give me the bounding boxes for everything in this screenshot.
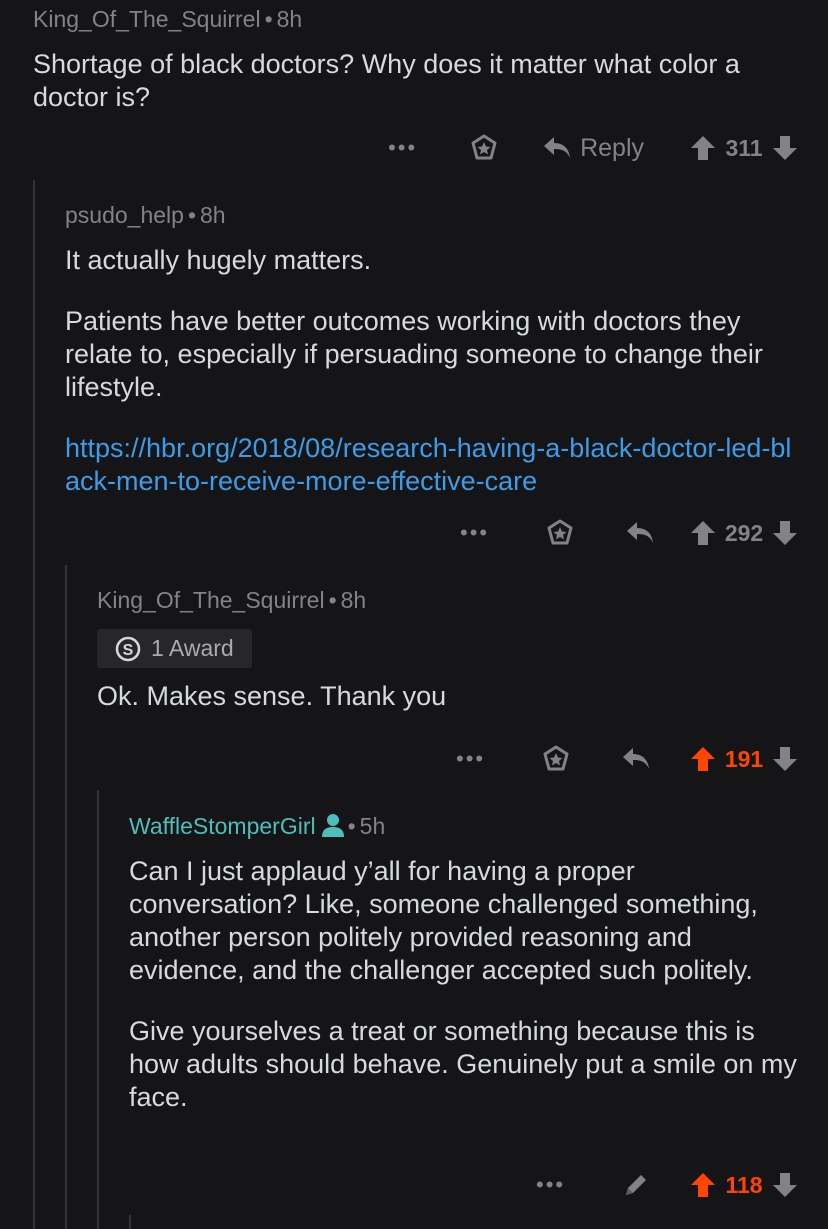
award-icon (543, 745, 569, 771)
timestamp: 8h (200, 202, 226, 228)
comment-body: Ok. Makes sense. Thank you (97, 680, 798, 713)
comment-meta: psudo_help • 8h (65, 200, 798, 230)
person-icon (321, 813, 344, 844)
comment: WaffleStomperGirl • 5h Can I just applaud … (129, 811, 798, 1211)
more-options-button[interactable]: ••• (388, 135, 448, 161)
reply-icon (623, 748, 649, 769)
comment: psudo_help • 8h It actually hugely matters… (65, 200, 798, 560)
comment-paragraph: Ok. Makes sense. Thank you (97, 681, 447, 711)
upvote-icon (691, 1173, 715, 1197)
upvote-icon (691, 136, 715, 160)
comment-paragraph: It actually hugely matters. (65, 245, 372, 275)
give-award-button[interactable] (520, 518, 600, 548)
separator: • (264, 6, 273, 32)
timestamp: 8h (340, 587, 367, 613)
give-award-button[interactable] (448, 133, 520, 163)
downvote-button[interactable] (772, 520, 798, 546)
comment-actions: ••• 191 (456, 739, 798, 779)
downvote-icon (773, 1173, 797, 1197)
username[interactable]: King_Of_The_Squirrel (97, 587, 325, 613)
downvote-button[interactable] (772, 135, 798, 161)
downvote-button[interactable] (772, 1172, 798, 1198)
downvote-button[interactable] (772, 746, 798, 772)
vote-score: 292 (724, 519, 764, 546)
downvote-icon (773, 136, 797, 160)
comment-meta: WaffleStomperGirl • 5h (129, 811, 798, 841)
username[interactable]: psudo_help (65, 202, 184, 228)
reply-button[interactable] (596, 746, 676, 772)
comment-paragraph: Patients have better outcomes working wi… (65, 306, 763, 402)
upvote-button[interactable] (690, 135, 716, 161)
comment: King_Of_The_Squirrel • 8h S 1 Award Ok. Ma… (97, 585, 798, 785)
upvote-button[interactable] (690, 1172, 716, 1198)
more-options-button[interactable]: ••• (536, 1172, 596, 1198)
comment-body: Can I just applaud y’all for having a pr… (129, 855, 798, 1114)
comment-paragraph: Give yourselves a treat or something bec… (129, 1016, 797, 1112)
edit-button[interactable] (596, 1171, 676, 1199)
vote-score: 118 (725, 1171, 763, 1198)
downvote-icon (773, 521, 797, 545)
upvote-button[interactable] (690, 746, 716, 772)
comment-body: It actually hugely matters. Patients hav… (65, 244, 798, 498)
downvote-icon (773, 747, 797, 771)
silver-award-icon: S (115, 636, 141, 661)
comment-paragraph: Shortage of black doctors? Why does it m… (33, 49, 740, 112)
reply-button[interactable]: Reply (542, 134, 644, 163)
separator: • (187, 202, 197, 228)
comment-meta: King_Of_The_Squirrel • 8h (33, 4, 798, 34)
more-options-button[interactable]: ••• (456, 746, 516, 772)
separator: • (328, 587, 337, 613)
comment-actions: ••• 118 (536, 1165, 798, 1205)
comment-paragraph: Can I just applaud y’all for having a pr… (129, 856, 758, 985)
comment-actions: ••• Reply 311 (388, 128, 798, 168)
username[interactable]: King_Of_The_Squirrel (33, 6, 261, 32)
award-icon (471, 134, 497, 160)
comment-meta: King_Of_The_Squirrel • 8h (97, 585, 798, 615)
comment-body: Shortage of black doctors? Why does it m… (33, 48, 798, 114)
svg-text:S: S (123, 642, 134, 659)
comment: King_Of_The_Squirrel • 8h Shortage of blac… (33, 4, 798, 174)
give-award-button[interactable] (516, 744, 596, 774)
vote-score: 311 (725, 134, 763, 161)
reply-icon (544, 137, 571, 158)
article-link[interactable]: https://hbr.org/2018/08/research-having-… (65, 433, 791, 496)
comment-actions: ••• 292 (460, 513, 798, 553)
reply-label: Reply (580, 133, 644, 162)
separator: • (347, 813, 356, 839)
upvote-icon (691, 521, 715, 545)
award-icon (547, 519, 573, 545)
pencil-icon (626, 1175, 646, 1195)
username[interactable]: WaffleStomperGirl (129, 813, 316, 839)
more-options-button[interactable]: ••• (460, 520, 520, 546)
timestamp: 8h (276, 6, 303, 32)
timestamp: 5h (359, 813, 386, 839)
reply-icon (627, 522, 653, 543)
upvote-icon (691, 747, 715, 771)
award-count: 1 Award (151, 635, 234, 661)
award-badge[interactable]: S 1 Award (97, 629, 252, 668)
vote-score: 191 (724, 745, 764, 772)
upvote-button[interactable] (690, 520, 716, 546)
reply-button[interactable] (600, 520, 680, 546)
